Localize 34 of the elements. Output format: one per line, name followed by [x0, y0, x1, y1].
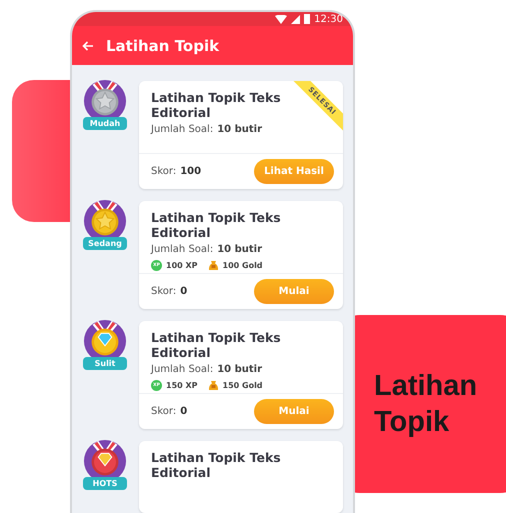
- question-count-value: 10 butir: [217, 244, 262, 255]
- reward-label: 100 Gold: [222, 261, 263, 270]
- topic-title: Latihan Topik Teks Editorial: [151, 450, 281, 480]
- score-label: Skor:: [151, 166, 176, 177]
- question-count-label: Jumlah Soal:: [151, 364, 214, 375]
- money-bag-icon: [208, 260, 219, 271]
- money-bag-icon: [208, 380, 219, 391]
- difficulty-badge: Mudah: [83, 117, 127, 130]
- topic-card[interactable]: Latihan Topik Teks Editorial: [139, 441, 343, 513]
- signal-icon: [291, 14, 300, 24]
- score-value: 0: [180, 406, 188, 417]
- difficulty-badge: Sulit: [83, 357, 127, 370]
- topic-title: Latihan Topik Teks Editorial: [151, 330, 281, 360]
- status-time: 12:30: [314, 14, 343, 25]
- question-count-label: Jumlah Soal:: [151, 244, 214, 255]
- score-label: Skor:: [151, 406, 176, 417]
- promo-title: Latihan Topik: [374, 369, 478, 440]
- score-value: 100: [180, 166, 202, 177]
- score-value: 0: [180, 286, 188, 297]
- question-count-value: 10 butir: [217, 124, 262, 135]
- difficulty-badge: HOTS: [83, 477, 127, 490]
- wifi-icon: [275, 14, 288, 24]
- topic-title: Latihan Topik Teks Editorial: [151, 90, 281, 120]
- reward-label: 100 XP: [166, 261, 198, 270]
- difficulty-badge: Sedang: [83, 237, 127, 250]
- question-count-label: Jumlah Soal:: [151, 124, 214, 135]
- back-arrow-icon[interactable]: [82, 40, 94, 51]
- battery-icon: [304, 14, 310, 24]
- topic-title: Latihan Topik Teks Editorial: [151, 210, 281, 240]
- reward-label: 150 XP: [166, 381, 198, 390]
- score-label: Skor:: [151, 286, 176, 297]
- question-count-value: 10 butir: [217, 364, 262, 375]
- reward-label: 150 Gold: [222, 381, 263, 390]
- screen-title: Latihan Topik: [106, 36, 220, 55]
